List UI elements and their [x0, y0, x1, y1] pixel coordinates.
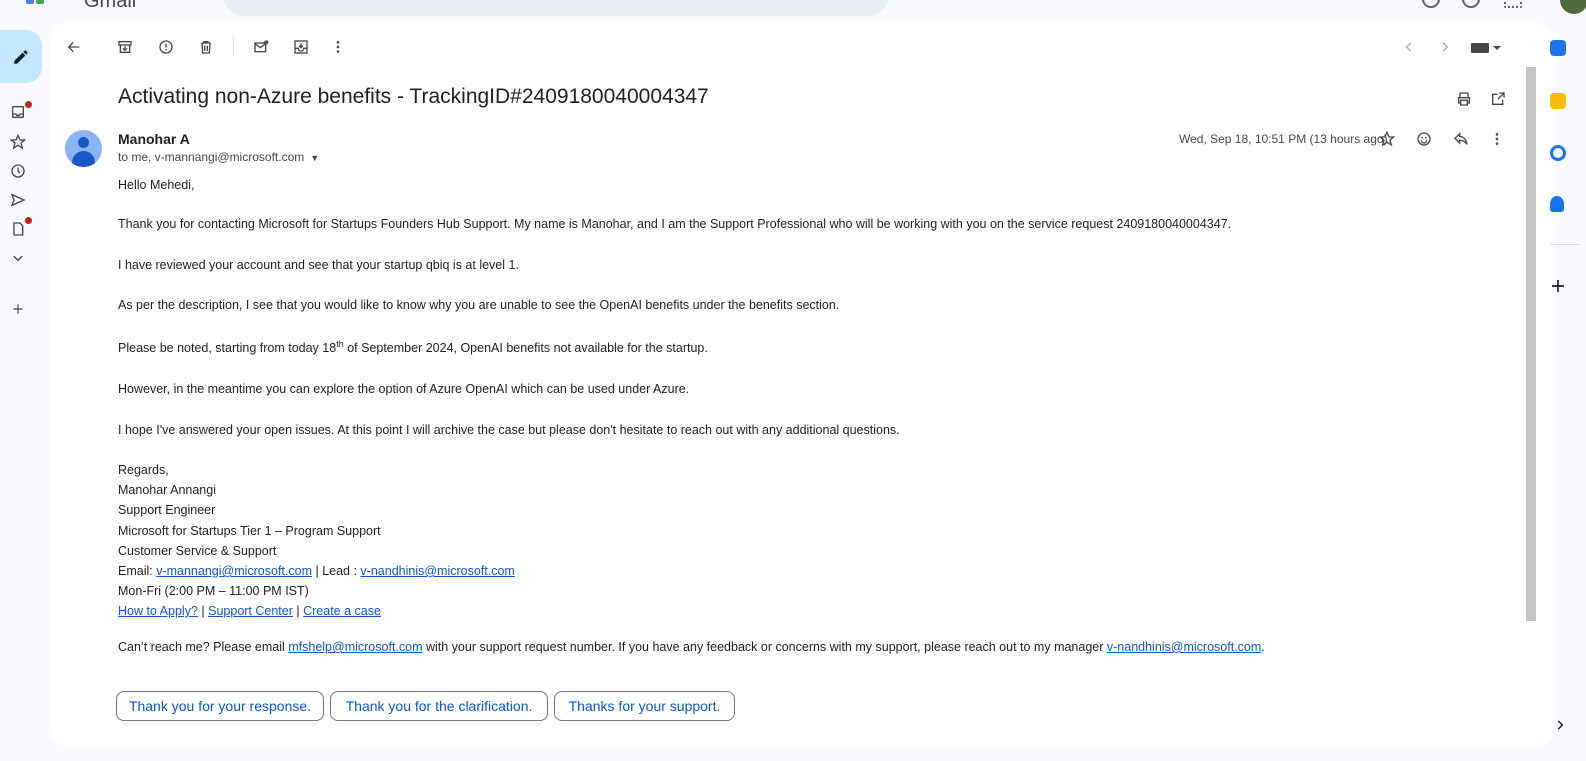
- link-separator: |: [197, 604, 209, 618]
- signature-team: Microsoft for Startups Tier 1 – Program …: [118, 524, 381, 538]
- help-icon[interactable]: [1422, 0, 1440, 8]
- emoji-reaction-icon[interactable]: [1412, 127, 1436, 151]
- keyboard-icon[interactable]: [1469, 35, 1503, 59]
- chevron-left-icon[interactable]: [1397, 35, 1421, 59]
- expand-more-icon[interactable]: [8, 248, 28, 268]
- drafts-unread-dot: [25, 217, 32, 224]
- smart-reply-button[interactable]: Thank you for your response.: [116, 691, 324, 721]
- scrollbar[interactable]: [1526, 67, 1536, 621]
- create-case-link[interactable]: Create a case: [303, 604, 381, 618]
- chevron-right-icon[interactable]: [1433, 35, 1457, 59]
- smart-reply-button[interactable]: Thank you for the clarification.: [330, 691, 548, 721]
- greeting: Hello Mehedi,: [118, 178, 195, 192]
- recipient-details-caret-icon[interactable]: ▼: [310, 153, 319, 163]
- sender-email-link[interactable]: v-mannangi@microsoft.com: [156, 564, 312, 578]
- search-bar[interactable]: [222, 0, 890, 16]
- send-icon[interactable]: [8, 190, 28, 210]
- footer-text-end: .: [1261, 640, 1265, 654]
- signature-email-line: Email: v-mannangi@microsoft.com | Lead :…: [118, 564, 515, 578]
- top-bar: Gmail: [0, 0, 1586, 22]
- support-center-link[interactable]: Support Center: [208, 604, 293, 618]
- smart-reply-button[interactable]: Thanks for your support.: [554, 691, 735, 721]
- more-vert-icon[interactable]: [326, 35, 350, 59]
- contacts-icon[interactable]: [1550, 196, 1564, 212]
- signature-hours: Mon-Fri (2:00 PM – 11:00 PM IST): [118, 584, 309, 598]
- keep-icon[interactable]: [1550, 93, 1566, 109]
- inbox-unread-dot: [25, 101, 32, 108]
- archive-icon[interactable]: [113, 35, 137, 59]
- signature-dept: Customer Service & Support: [118, 544, 277, 558]
- tasks-icon[interactable]: [1550, 145, 1566, 161]
- add-label-icon[interactable]: [8, 299, 28, 319]
- email-date: Wed, Sep 18, 10:51 PM (13 hours ago): [1179, 132, 1388, 146]
- notice-superscript: th: [336, 339, 344, 349]
- recipient-list: to me, v-mannangi@microsoft.com: [118, 150, 305, 164]
- how-to-apply-link[interactable]: How to Apply?: [118, 604, 198, 618]
- toolbar-divider: [233, 37, 234, 57]
- signature-name: Manohar Annangi: [118, 483, 216, 497]
- more-options-icon[interactable]: [1485, 127, 1509, 151]
- clock-icon[interactable]: [8, 161, 28, 181]
- recipient-line: to me, v-mannangi@microsoft.com ▼: [118, 150, 319, 164]
- apps-icon[interactable]: [1504, 0, 1522, 8]
- pencil-icon: [14, 49, 28, 64]
- paragraph-alternative: However, in the meantime you can explore…: [118, 382, 690, 396]
- link-separator: |: [292, 604, 304, 618]
- sender-name[interactable]: Manohar A: [118, 131, 190, 147]
- star-icon[interactable]: [8, 132, 28, 152]
- paragraph-intro: Thank you for contacting Microsoft for S…: [118, 217, 1232, 231]
- signature-regards: Regards,: [118, 463, 169, 477]
- print-icon[interactable]: [1452, 87, 1476, 111]
- paragraph-account: I have reviewed your account and see tha…: [118, 258, 519, 272]
- account-avatar[interactable]: [1560, 0, 1586, 14]
- move-to-icon[interactable]: [289, 35, 313, 59]
- add-addon-icon[interactable]: [1550, 278, 1570, 298]
- mark-unread-icon[interactable]: [249, 35, 273, 59]
- report-spam-icon[interactable]: [154, 35, 178, 59]
- email-subject: Activating non-Azure benefits - Tracking…: [118, 85, 709, 108]
- lead-label: | Lead :: [312, 564, 361, 578]
- open-in-new-window-icon[interactable]: [1486, 87, 1510, 111]
- signature-links: How to Apply? | Support Center | Create …: [118, 604, 381, 618]
- paragraph-description: As per the description, I see that you w…: [118, 298, 840, 312]
- compose-button[interactable]: [0, 30, 42, 83]
- delete-icon[interactable]: [194, 35, 218, 59]
- right-rail-divider: [1550, 244, 1580, 245]
- settings-icon[interactable]: [1462, 0, 1480, 8]
- sender-avatar: [65, 130, 102, 167]
- expand-side-panel-icon[interactable]: [1553, 718, 1573, 738]
- paragraph-closing: I hope I've answered your open issues. A…: [118, 423, 900, 437]
- signature-title: Support Engineer: [118, 503, 216, 517]
- back-arrow-icon[interactable]: [62, 35, 86, 59]
- email-label: Email:: [118, 564, 157, 578]
- paragraph-notice: Please be noted, starting from today 18t…: [118, 339, 708, 355]
- notice-text-end: of September 2024, OpenAI benefits not a…: [343, 341, 708, 356]
- star-email-icon[interactable]: [1375, 127, 1399, 151]
- manager-email-link[interactable]: v-nandhinis@microsoft.com: [1107, 640, 1261, 654]
- calendar-icon[interactable]: [1550, 40, 1566, 56]
- gmail-logo: [26, 0, 76, 4]
- reply-icon[interactable]: [1449, 127, 1473, 151]
- mfshelp-email-link[interactable]: mfshelp@microsoft.com: [288, 640, 422, 654]
- footer-text-start: Can’t reach me? Please email: [118, 640, 289, 654]
- lead-email-link[interactable]: v-nandhinis@microsoft.com: [360, 564, 514, 578]
- footer-paragraph: Can’t reach me? Please email mfshelp@mic…: [118, 640, 1265, 654]
- email-view: Activating non-Azure benefits - Tracking…: [51, 23, 1553, 747]
- app-name: Gmail: [84, 0, 137, 12]
- notice-text-start: Please be noted, starting from today 18: [118, 341, 337, 356]
- footer-text-middle: with your support request number. If you…: [422, 640, 1107, 654]
